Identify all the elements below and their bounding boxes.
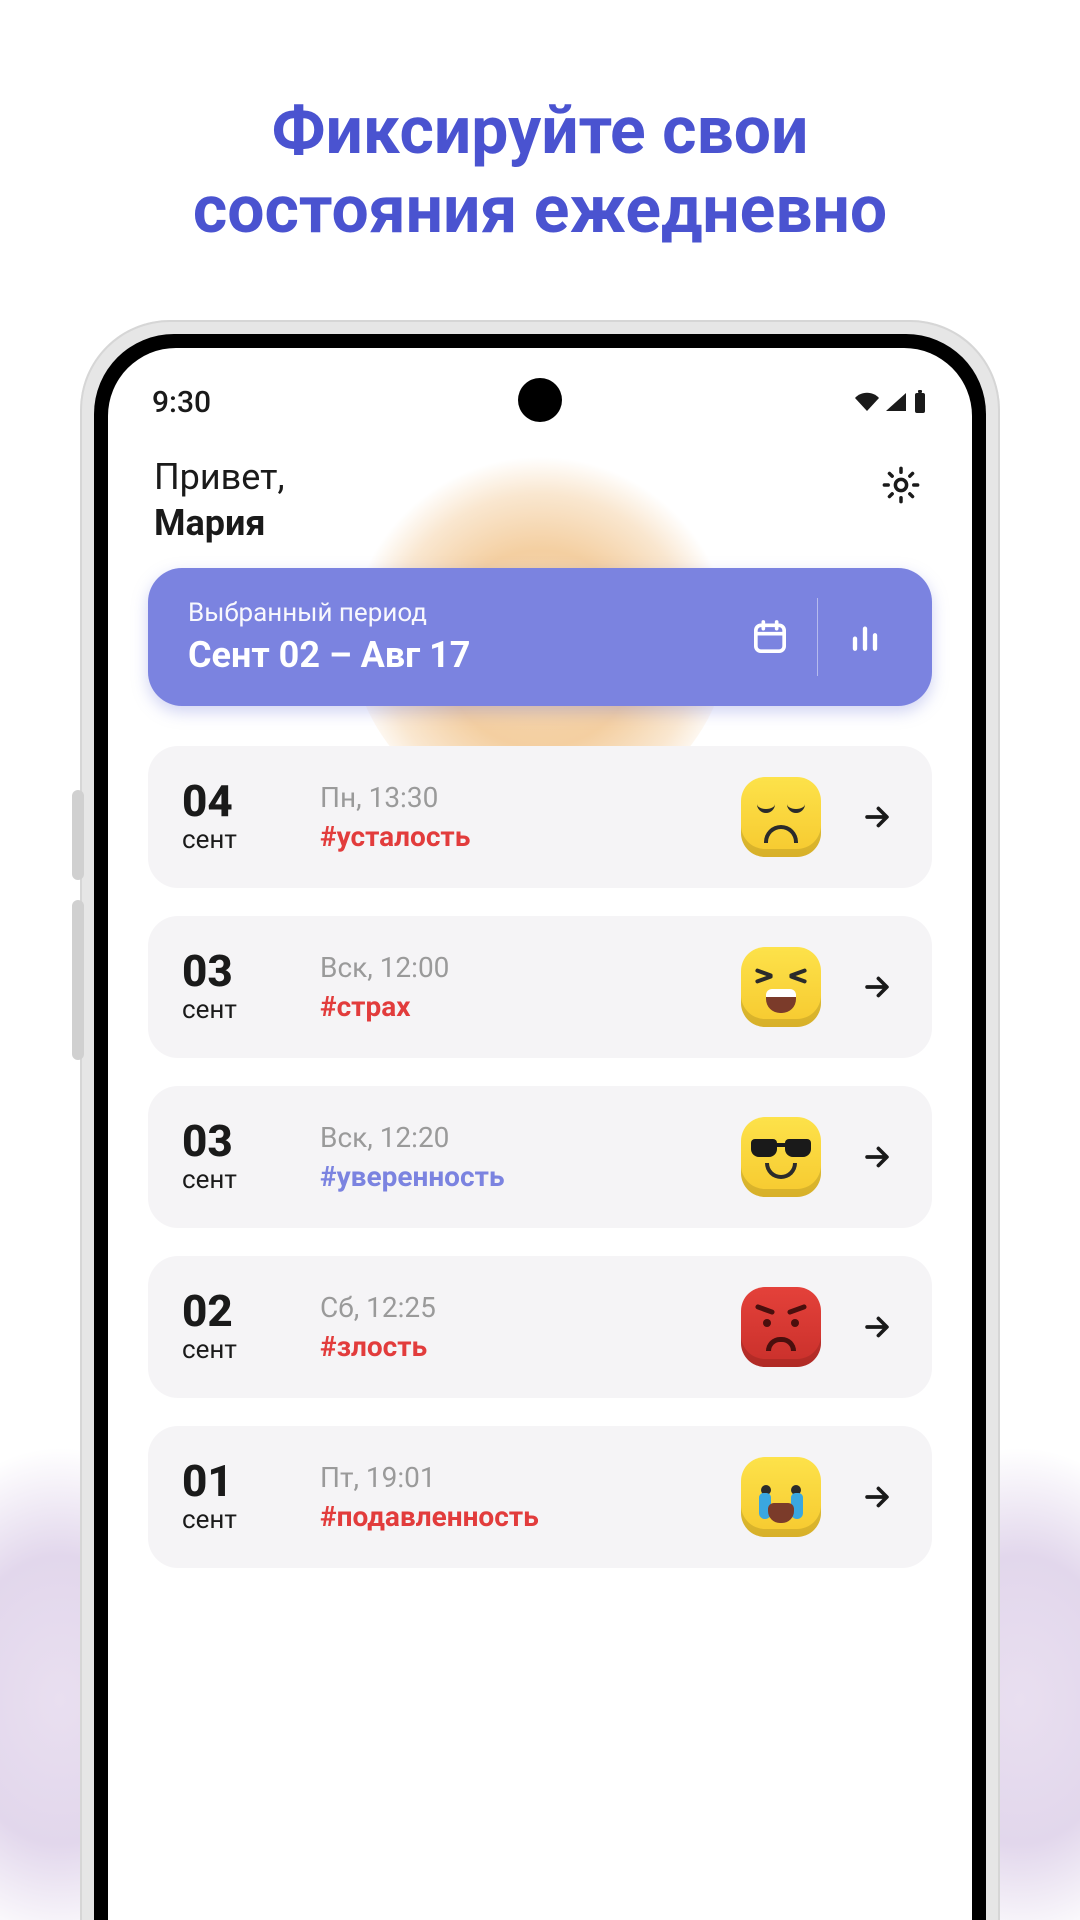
entry-day: 04: [182, 779, 292, 823]
greeting-name: Мария: [154, 502, 266, 544]
entry-row[interactable]: 01сент Пт, 19:01 #подавленность: [148, 1426, 932, 1568]
arrow-right-icon: [860, 1480, 894, 1514]
stats-button[interactable]: [818, 598, 912, 676]
entry-tag: #уверенность: [320, 1160, 710, 1193]
status-bar: 9:30: [108, 348, 972, 438]
entry-date: 03сент: [182, 1119, 292, 1195]
gear-icon: [880, 464, 922, 506]
entry-date: 02сент: [182, 1289, 292, 1365]
period-range: Сент 02 – Авг 17: [188, 634, 723, 676]
calendar-button[interactable]: [723, 598, 817, 676]
entry-emoji: [738, 1454, 824, 1540]
entry-open-button[interactable]: [852, 970, 902, 1004]
entry-day: 03: [182, 1119, 292, 1163]
entry-row[interactable]: 04сент Пн, 13:30 #усталость: [148, 746, 932, 888]
status-icons: [854, 390, 928, 414]
entries-list: 04сентПн, 13:30#усталость03сентВск, 12:0…: [148, 746, 932, 1568]
signal-icon: [884, 392, 908, 412]
entry-date: 04сент: [182, 779, 292, 855]
entry-time: Вск, 12:00: [320, 951, 710, 984]
battery-icon: [912, 390, 928, 414]
emoji-angry: [741, 1287, 821, 1367]
entry-month: сент: [182, 825, 292, 855]
entry-tag: #усталость: [320, 820, 710, 853]
entry-day: 02: [182, 1289, 292, 1333]
hero-title: Фиксируйте свои состояния ежедневно: [0, 92, 1080, 250]
greeting: Привет, Мария: [154, 454, 285, 546]
status-time: 9:30: [152, 385, 211, 420]
entry-open-button[interactable]: [852, 1480, 902, 1514]
entry-open-button[interactable]: [852, 1140, 902, 1174]
hero-line2: состояния ежедневно: [193, 172, 887, 249]
entry-date: 03сент: [182, 949, 292, 1025]
entry-meta: Сб, 12:25 #злость: [320, 1291, 710, 1363]
emoji-tired: [741, 777, 821, 857]
entry-time: Пн, 13:30: [320, 781, 710, 814]
volume-button-large: [72, 900, 84, 1060]
entry-meta: Пн, 13:30 #усталость: [320, 781, 710, 853]
camera-hole: [518, 378, 562, 422]
entry-emoji: [738, 944, 824, 1030]
phone-screen: 9:30 Привет, Мария: [108, 348, 972, 1920]
entry-row[interactable]: 02сент Сб, 12:25 #злость: [148, 1256, 932, 1398]
arrow-right-icon: [860, 800, 894, 834]
entry-open-button[interactable]: [852, 800, 902, 834]
entry-day: 03: [182, 949, 292, 993]
hero-line1: Фиксируйте свои: [272, 93, 809, 170]
entry-row[interactable]: 03сент Вск, 12:00 #страх: [148, 916, 932, 1058]
entry-date: 01сент: [182, 1459, 292, 1535]
entry-month: сент: [182, 995, 292, 1025]
entry-meta: Пт, 19:01 #подавленность: [320, 1461, 710, 1533]
calendar-icon: [750, 617, 790, 657]
settings-button[interactable]: [876, 460, 926, 510]
entry-month: сент: [182, 1165, 292, 1195]
entry-time: Сб, 12:25: [320, 1291, 710, 1324]
phone-frame: 9:30 Привет, Мария: [80, 320, 1000, 1920]
entry-tag: #подавленность: [320, 1500, 710, 1533]
header-row: Привет, Мария: [148, 450, 932, 568]
volume-button-small: [72, 790, 84, 880]
entry-time: Пт, 19:01: [320, 1461, 710, 1494]
arrow-right-icon: [860, 970, 894, 1004]
arrow-right-icon: [860, 1140, 894, 1174]
entry-day: 01: [182, 1459, 292, 1503]
entry-emoji: [738, 1284, 824, 1370]
entry-tag: #злость: [320, 1330, 710, 1363]
wifi-icon: [854, 392, 880, 412]
period-label: Выбранный период: [188, 598, 723, 628]
entry-meta: Вск, 12:20 #уверенность: [320, 1121, 710, 1193]
entry-month: сент: [182, 1335, 292, 1365]
entry-open-button[interactable]: [852, 1310, 902, 1344]
phone-bezel: 9:30 Привет, Мария: [94, 334, 986, 1920]
entry-emoji: [738, 774, 824, 860]
emoji-cry: [741, 1457, 821, 1537]
greeting-text: Привет,: [154, 456, 285, 498]
entry-time: Вск, 12:20: [320, 1121, 710, 1154]
entry-row[interactable]: 03сент Вск, 12:20 #уверенность: [148, 1086, 932, 1228]
emoji-scream: [741, 947, 821, 1027]
entry-emoji: [738, 1114, 824, 1200]
entry-month: сент: [182, 1505, 292, 1535]
period-card: Выбранный период Сент 02 – Авг 17: [148, 568, 932, 706]
arrow-right-icon: [860, 1310, 894, 1344]
emoji-cool: [741, 1117, 821, 1197]
entry-meta: Вск, 12:00 #страх: [320, 951, 710, 1023]
entry-tag: #страх: [320, 990, 710, 1023]
bar-chart-icon: [845, 617, 885, 657]
